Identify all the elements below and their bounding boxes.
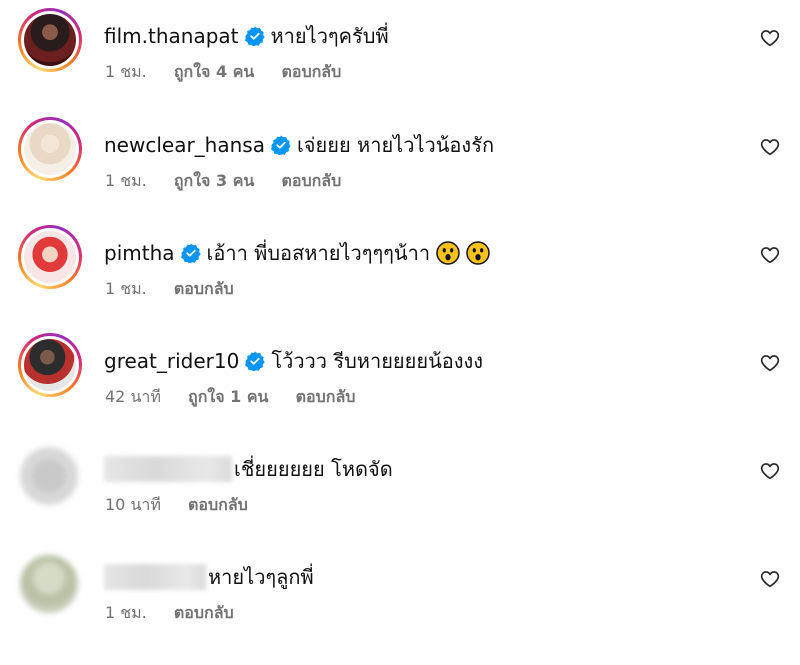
reply-button[interactable]: ตอบกลับ <box>281 62 341 81</box>
astonished-face-icon <box>436 241 460 265</box>
avatar[interactable] <box>18 8 82 72</box>
comment-time[interactable]: 1 ชม. <box>105 279 147 298</box>
comment-time[interactable]: 1 ชม. <box>105 171 147 190</box>
comment-username[interactable]: pimtha <box>104 239 175 267</box>
comment-time[interactable]: 1 ชม. <box>105 603 147 622</box>
verified-badge-icon <box>180 243 201 263</box>
heart-outline-icon[interactable] <box>760 569 780 589</box>
comment-item: หายไวๆลูกพี่ 1 ชม. ตอบกลับ <box>0 549 800 649</box>
avatar[interactable] <box>20 447 78 505</box>
comment-time[interactable]: 10 นาที <box>105 495 161 514</box>
heart-outline-icon[interactable] <box>760 245 780 265</box>
comment-text: เชี่ยยยยยย โหดจัด <box>234 457 393 481</box>
comment-text: เจ่ยยย หายไวไวน้องรัก <box>296 133 495 157</box>
comment-likes[interactable]: ถูกใจ 4 คน <box>174 62 254 81</box>
comment-text: โว้ววว รีบหายยยยน้องงง <box>271 349 484 373</box>
verified-badge-icon <box>271 135 291 155</box>
reply-button[interactable]: ตอบกลับ <box>296 387 356 406</box>
reply-button[interactable]: ตอบกลับ <box>188 495 248 514</box>
comment-time[interactable]: 42 นาที <box>105 387 161 406</box>
heart-outline-icon[interactable] <box>760 461 780 481</box>
heart-outline-icon[interactable] <box>760 28 780 48</box>
avatar[interactable] <box>18 225 82 289</box>
comment-likes[interactable]: ถูกใจ 3 คน <box>174 171 254 190</box>
comment-likes[interactable]: ถูกใจ 1 คน <box>188 387 268 406</box>
verified-badge-icon <box>244 26 265 46</box>
verified-badge-icon <box>245 351 265 371</box>
avatar[interactable] <box>20 555 78 613</box>
reply-button[interactable]: ตอบกลับ <box>281 171 341 190</box>
comment-item: newclear_hansa เจ่ยยย หายไวไวน้องรัก 1 ช… <box>0 117 800 217</box>
reply-button[interactable]: ตอบกลับ <box>174 603 234 622</box>
astonished-face-icon <box>466 241 490 265</box>
comment-username[interactable]: film.thanapat <box>104 22 239 50</box>
comment-item: pimtha เอ้าา พี่บอสหายไวๆๆๆน้าา 1 ชม. ตอ… <box>0 225 800 325</box>
avatar[interactable] <box>18 117 82 181</box>
comment-item: great_rider10 โว้ววว รีบหายยยยน้องงง 42 … <box>0 333 800 433</box>
comment-text: หายไวๆครับพี่ <box>270 24 389 48</box>
comment-username[interactable]: newclear_hansa <box>104 131 265 159</box>
comment-text: เอ้าา พี่บอสหายไวๆๆๆน้าา <box>206 241 431 265</box>
heart-outline-icon[interactable] <box>760 353 780 373</box>
heart-outline-icon[interactable] <box>760 137 780 157</box>
hidden-username[interactable] <box>104 456 232 482</box>
comment-item: film.thanapat หายไวๆครับพี่ 1 ชม. ถูกใจ … <box>0 8 800 108</box>
hidden-username[interactable] <box>104 564 206 590</box>
comment-item: เชี่ยยยยยย โหดจัด 10 นาที ตอบกลับ <box>0 441 800 541</box>
comment-username[interactable]: great_rider10 <box>104 347 239 375</box>
comment-time[interactable]: 1 ชม. <box>105 62 147 81</box>
comment-text: หายไวๆลูกพี่ <box>208 565 314 589</box>
reply-button[interactable]: ตอบกลับ <box>174 279 234 298</box>
avatar[interactable] <box>18 333 82 397</box>
